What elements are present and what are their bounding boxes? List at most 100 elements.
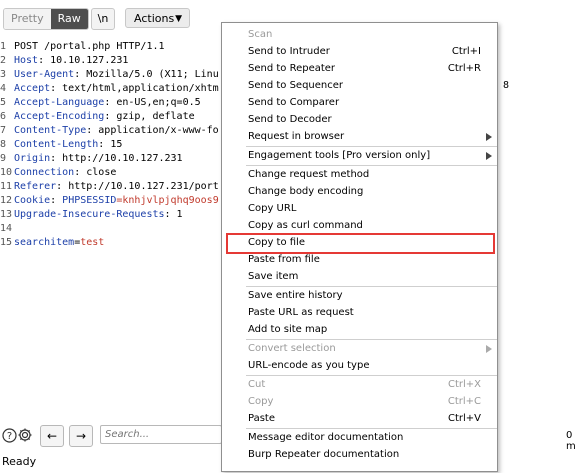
- editor-line: 3 User-Agent: Mozilla/5.0 (X11; Linu: [0, 68, 219, 82]
- editor-token: : 1: [164, 209, 183, 220]
- editor-token: searchitem: [14, 237, 75, 248]
- search-field[interactable]: [100, 425, 222, 444]
- menu-item-add-to-site-map[interactable]: Add to site map: [222, 321, 497, 338]
- menu-item-scan[interactable]: Scan: [222, 26, 497, 43]
- editor-token: Connection: [14, 167, 75, 178]
- menu-item-label: Add to site map: [248, 324, 328, 335]
- menu-item-url-encode-as-you-type[interactable]: URL-encode as you type: [222, 357, 497, 374]
- menu-item-shortcut: Ctrl+I: [451, 46, 481, 57]
- menu-item-engagement-tools-pro-version-only[interactable]: Engagement tools [Pro version only]: [222, 147, 497, 164]
- menu-item-shortcut: Ctrl+V: [447, 413, 481, 424]
- editor-line: 5 Accept-Language: en-US,en;q=0.5: [0, 96, 201, 110]
- menu-item-request-in-browser[interactable]: Request in browser: [222, 128, 497, 145]
- menu-item-paste-url-as-request[interactable]: Paste URL as request: [222, 304, 497, 321]
- editor-line: 8 Content-Length: 15: [0, 138, 122, 152]
- line-number: 14: [0, 223, 13, 234]
- chevron-down-icon: ▼: [175, 14, 182, 24]
- editor-line: 15 searchitem=test: [0, 236, 104, 250]
- view-mode-toggle: Pretty Raw: [3, 8, 89, 30]
- menu-item-burp-repeater-documentation[interactable]: Burp Repeater documentation: [222, 446, 497, 463]
- raw-button[interactable]: Raw: [50, 9, 88, 29]
- status-text: Ready: [2, 455, 37, 468]
- menu-item-cut[interactable]: Cut Ctrl+X: [222, 376, 497, 393]
- menu-item-save-item[interactable]: Save item: [222, 268, 497, 285]
- editor-token: =knhjvlpjqhq9oos9: [116, 195, 219, 206]
- menu-item-label: Request in browser: [248, 131, 345, 142]
- editor-line: 9 Origin: http://10.10.127.231: [0, 152, 183, 166]
- editor-line: 12 Cookie: PHPSESSID=knhjvlpjqhq9oos9: [0, 194, 219, 208]
- editor-token: : close: [74, 167, 117, 178]
- editor-line: 10 Connection: close: [0, 166, 116, 180]
- menu-item-label: Engagement tools [Pro version only]: [248, 150, 431, 161]
- editor-token: Upgrade-Insecure-Requests: [14, 209, 165, 220]
- line-number: 3: [0, 69, 7, 80]
- menu-item-label: Save entire history: [248, 290, 343, 301]
- menu-item-paste[interactable]: Paste Ctrl+V: [222, 410, 497, 427]
- show-newlines-button[interactable]: \n: [91, 8, 115, 30]
- menu-item-label: Send to Intruder: [248, 46, 330, 57]
- editor-token: : Mozilla/5.0 (X11; Linu: [74, 69, 219, 80]
- line-number: 7: [0, 125, 7, 136]
- menu-item-change-request-method[interactable]: Change request method: [222, 166, 497, 183]
- menu-item-label: Send to Comparer: [248, 97, 340, 108]
- menu-item-send-to-repeater[interactable]: Send to Repeater Ctrl+R: [222, 60, 497, 77]
- line-number: 2: [0, 55, 7, 66]
- menu-item-label: Save item: [248, 271, 299, 282]
- menu-item-label: Change request method: [248, 169, 370, 180]
- menu-item-copy[interactable]: Copy Ctrl+C: [222, 393, 497, 410]
- editor-line: 14: [0, 222, 14, 236]
- actions-button[interactable]: Actions ▼: [125, 8, 190, 28]
- editor-token: : en-US,en;q=0.5: [104, 97, 201, 108]
- menu-item-copy-url[interactable]: Copy URL: [222, 200, 497, 217]
- submenu-arrow-icon: [486, 133, 492, 141]
- editor-token: : http://10.10.127.231: [50, 153, 183, 164]
- highlight-box: [226, 233, 495, 254]
- line-number: 4: [0, 83, 7, 94]
- back-arrow-icon: ←: [46, 429, 58, 443]
- menu-item-label: Cut: [248, 379, 266, 390]
- menu-item-send-to-intruder[interactable]: Send to Intruder Ctrl+I: [222, 43, 497, 60]
- editor-token: Origin: [14, 153, 51, 164]
- menu-item-send-to-comparer[interactable]: Send to Comparer: [222, 94, 497, 111]
- editor-token: Host: [14, 55, 39, 66]
- line-number: 8: [0, 139, 7, 150]
- menu-item-label: Scan: [248, 29, 273, 40]
- menu-item-label: Copy: [248, 396, 274, 407]
- editor-token: Content-Length: [14, 139, 99, 150]
- menu-item-label: Copy URL: [248, 203, 297, 214]
- menu-item-label: Paste URL as request: [248, 307, 354, 318]
- editor-token: Content-Type: [14, 125, 87, 136]
- editor-token: : text/html,application/xhtm: [50, 83, 219, 94]
- editor-token: PHPSESSID: [62, 195, 117, 206]
- line-number: 11: [0, 181, 13, 192]
- pretty-button[interactable]: Pretty: [4, 9, 51, 29]
- menu-item-label: Send to Decoder: [248, 114, 332, 125]
- editor-token: Accept-Language: [14, 97, 105, 108]
- truncated-line-text: 8: [503, 80, 510, 91]
- editor-token: test: [80, 237, 105, 248]
- editor-line: 6 Accept-Encoding: gzip, deflate: [0, 110, 195, 124]
- menu-item-message-editor-documentation[interactable]: Message editor documentation: [222, 429, 497, 446]
- editor-token: : application/x-www-fo: [86, 125, 219, 136]
- menu-item-save-entire-history[interactable]: Save entire history: [222, 287, 497, 304]
- menu-item-shortcut: Ctrl+R: [447, 63, 481, 74]
- menu-item-send-to-decoder[interactable]: Send to Decoder: [222, 111, 497, 128]
- editor-token: Cookie: [14, 195, 51, 206]
- back-button[interactable]: ←: [40, 425, 64, 447]
- line-number: 1: [0, 41, 7, 52]
- forward-button[interactable]: →: [69, 425, 93, 447]
- menu-item-copy-as-curl-command[interactable]: Copy as curl command: [222, 217, 497, 234]
- line-number: 12: [0, 195, 13, 206]
- search-input[interactable]: [101, 426, 221, 443]
- submenu-arrow-icon: [486, 152, 492, 160]
- menu-item-label: Message editor documentation: [248, 432, 404, 443]
- editor-line: 1 POST /portal.php HTTP/1.1: [0, 40, 165, 54]
- editor-token: User-Agent: [14, 69, 75, 80]
- settings-icon[interactable]: [16, 426, 34, 444]
- menu-item-convert-selection[interactable]: Convert selection: [222, 340, 497, 357]
- editor-line: 13 Upgrade-Insecure-Requests: 1: [0, 208, 183, 222]
- editor-token: Accept: [14, 83, 51, 94]
- menu-item-send-to-sequencer[interactable]: Send to Sequencer: [222, 77, 497, 94]
- menu-item-label: URL-encode as you type: [248, 360, 370, 371]
- menu-item-change-body-encoding[interactable]: Change body encoding: [222, 183, 497, 200]
